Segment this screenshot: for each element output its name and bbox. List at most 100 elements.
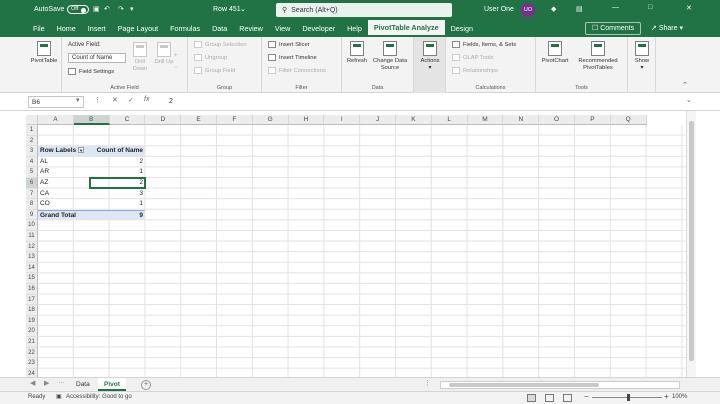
ribbon-display-icon[interactable]: ▤ (576, 5, 583, 13)
row-header[interactable]: 21 (26, 337, 38, 348)
row-header[interactable]: 11 (26, 231, 38, 242)
sheet-tab-pivot[interactable]: Pivot (98, 378, 126, 391)
pivot-row-value[interactable]: 1 (89, 199, 145, 210)
insert-slicer-button[interactable]: Insert Slicer (268, 41, 310, 48)
row-header[interactable]: 23 (26, 358, 38, 369)
column-header[interactable]: N (503, 115, 540, 125)
active-field-input[interactable]: Count of Name (68, 53, 126, 63)
add-sheet-icon[interactable]: + (141, 380, 151, 390)
column-header[interactable]: B (73, 115, 110, 125)
tab-developer[interactable]: Developer (296, 20, 341, 37)
pivot-grand-total-label[interactable]: Grand Total (38, 209, 89, 221)
column-header[interactable]: Q (610, 115, 647, 125)
expand-formula-bar-icon[interactable]: ⌄ (686, 96, 692, 104)
name-box-chevron-icon[interactable]: ▾ (76, 96, 80, 104)
next-sheet-icon[interactable]: ▶ (44, 379, 49, 387)
redo-icon[interactable]: ↷ (118, 5, 124, 13)
column-header[interactable]: H (288, 115, 325, 125)
ungroup-button[interactable]: Ungroup (194, 54, 227, 61)
fields-items-sets-button[interactable]: Fields, Items, & Sets (452, 41, 516, 48)
sheet-tab-data[interactable]: Data (70, 378, 96, 391)
save-icon[interactable]: ▣ (93, 5, 100, 13)
pivot-row-value[interactable]: 2 (89, 157, 145, 168)
search-box[interactable]: ⚲ Search (Alt+Q) (276, 3, 452, 17)
accessibility-status[interactable]: Accessibility: Good to go (66, 394, 132, 400)
pivot-row-label[interactable]: AZ (38, 178, 89, 189)
page-break-view-icon[interactable] (563, 394, 572, 402)
drill-up-button[interactable]: Drill Up (154, 42, 174, 66)
tab-formulas[interactable]: Formulas (164, 20, 206, 37)
expand-field-icon[interactable]: + (174, 53, 178, 59)
formula-input[interactable]: 2 (166, 96, 686, 108)
insert-function-icon[interactable]: fx (144, 96, 149, 103)
row-header[interactable]: 9 (26, 209, 38, 221)
row-header[interactable]: 19 (26, 315, 38, 327)
user-name[interactable]: User One (484, 6, 514, 13)
row-header[interactable]: 15 (26, 273, 38, 284)
column-header[interactable]: O (539, 115, 575, 125)
tab-split-handle-icon[interactable]: ⋮ (424, 379, 431, 387)
pivot-header-row-labels[interactable]: Row Labels ▾ (38, 146, 89, 157)
column-header[interactable]: C (109, 115, 146, 125)
normal-view-icon[interactable] (527, 394, 536, 402)
row-header[interactable]: 16 (26, 284, 38, 295)
column-header[interactable]: F (217, 115, 253, 125)
zoom-in-icon[interactable]: + (664, 392, 669, 401)
field-settings-button[interactable]: Field Settings (68, 68, 114, 75)
row-header[interactable]: 6 (26, 178, 38, 189)
tab-file[interactable]: File (27, 20, 51, 37)
filter-dropdown-icon[interactable]: ▾ (78, 147, 85, 154)
row-header[interactable]: 14 (26, 262, 38, 274)
select-all-corner[interactable] (26, 115, 38, 125)
avatar[interactable]: UO (521, 3, 535, 17)
tab-data[interactable]: Data (206, 20, 233, 37)
relationships-button[interactable]: Relationships (452, 67, 498, 74)
row-header[interactable]: 13 (26, 252, 38, 263)
pivot-row-label[interactable]: AR (38, 167, 89, 178)
actions-button[interactable]: Actions ▾ (417, 41, 443, 72)
column-header[interactable]: M (467, 115, 504, 125)
column-header[interactable]: K (396, 115, 432, 125)
pivot-row-label[interactable]: CO (38, 199, 89, 210)
column-header[interactable]: A (38, 115, 74, 125)
row-header[interactable]: 17 (26, 294, 38, 306)
row-header[interactable]: 7 (26, 188, 38, 200)
group-field-button[interactable]: Group Field (194, 67, 235, 74)
row-header[interactable]: 12 (26, 241, 38, 253)
document-title[interactable]: Row 451 (213, 6, 241, 13)
worksheet-grid[interactable]: ABCDEFGHIJKLMNOPQ 1 2 3 4 5 6 7 8 9 10 11 12 13 14 15 1… (0, 111, 720, 380)
qat-more-icon[interactable]: ▾ (130, 5, 134, 13)
drill-down-button[interactable]: Drill Down (128, 42, 152, 73)
show-button[interactable]: Show ▾ (630, 41, 654, 72)
row-header[interactable]: 10 (26, 220, 38, 231)
column-header[interactable]: P (575, 115, 611, 125)
tab-view[interactable]: View (269, 20, 296, 37)
row-header[interactable]: 5 (26, 167, 38, 178)
column-header[interactable]: L (431, 115, 468, 125)
vertical-scroll-thumb[interactable] (689, 121, 694, 361)
pivot-row-value[interactable]: 2 (89, 178, 145, 189)
filter-connections-button[interactable]: Filter Connections (268, 67, 326, 74)
change-data-source-button[interactable]: Change Data Source (370, 41, 410, 72)
row-header[interactable]: 18 (26, 305, 38, 316)
share-button[interactable]: ↗ Share ▾ (645, 22, 689, 35)
page-layout-view-icon[interactable] (545, 394, 554, 402)
pivotchart-button[interactable]: PivotChart (540, 41, 570, 65)
row-header[interactable]: 3 (26, 146, 38, 157)
comments-button[interactable]: ☐ Comments (585, 22, 642, 35)
minimize-icon[interactable]: — (612, 4, 619, 11)
row-header[interactable]: 4 (26, 156, 38, 168)
pivottable-button[interactable]: PivotTable (30, 41, 58, 65)
tab-page-layout[interactable]: Page Layout (112, 20, 164, 37)
autosave-toggle[interactable]: Off (67, 5, 89, 14)
tab-insert[interactable]: Insert (82, 20, 112, 37)
pivot-row-label[interactable]: CA (38, 189, 89, 200)
horizontal-scroll-thumb[interactable] (449, 383, 599, 387)
pivot-header-count[interactable]: Count of Name (89, 146, 145, 157)
zoom-level[interactable]: 100% (672, 394, 687, 400)
collapse-ribbon-icon[interactable]: ⌃ (682, 81, 688, 89)
collapse-field-icon[interactable]: − (174, 65, 178, 71)
pivot-row-label[interactable]: AL (38, 157, 89, 168)
cell-area[interactable]: Row Labels ▾ Count of Name AL 2 AR 1 AZ 2… (38, 125, 686, 379)
tab-pivottable-analyze[interactable]: PivotTable Analyze (367, 20, 445, 37)
